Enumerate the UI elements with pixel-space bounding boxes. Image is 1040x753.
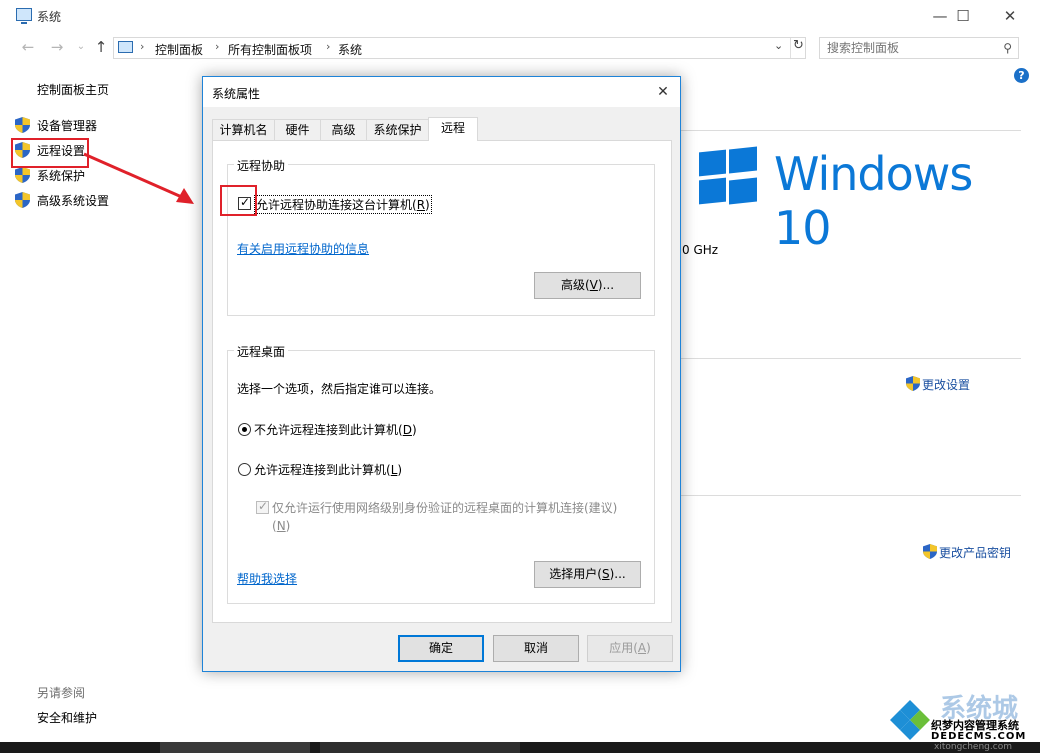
shield-icon	[923, 544, 937, 559]
dialog-title-bar: 系统属性 ✕	[203, 77, 680, 107]
change-settings-label: 更改设置	[922, 378, 971, 392]
tab-computer-name[interactable]: 计算机名	[212, 119, 275, 140]
breadcrumb-separator: ›	[326, 40, 331, 53]
remote-desktop-label: 远程桌面	[234, 343, 289, 360]
system-icon	[16, 8, 32, 24]
up-button[interactable]: ↑	[90, 37, 112, 57]
dialog-title: 系统属性	[212, 87, 261, 101]
shield-icon	[15, 117, 30, 133]
divider	[681, 358, 1021, 359]
remote-assistance-info-link[interactable]: 有关启用远程协助的信息	[237, 240, 369, 257]
nla-only-checkbox[interactable]	[256, 499, 269, 514]
help-icon[interactable]: ?	[1014, 68, 1029, 83]
search-icon[interactable]: ⚲	[1003, 41, 1012, 55]
tab-remote[interactable]: 远程	[428, 117, 478, 141]
shield-icon	[15, 192, 30, 208]
processor-speed: 0 GHz	[682, 243, 719, 257]
divider	[681, 130, 1021, 131]
tab-advanced[interactable]: 高级	[320, 119, 367, 140]
ok-button[interactable]: 确定	[398, 635, 484, 662]
advanced-button[interactable]: 高级(V)...	[534, 272, 641, 299]
windows-logo-icon	[699, 146, 757, 206]
tab-hardware[interactable]: 硬件	[274, 119, 321, 140]
remote-assistance-label: 远程协助	[234, 157, 289, 174]
nla-only-label: 仅允许运行使用网络级别身份验证的远程桌面的计算机连接(建议) (N)	[272, 501, 618, 533]
taskbar-pane	[320, 742, 520, 753]
deny-remote-connections-radio[interactable]	[238, 423, 251, 436]
search-box[interactable]: ⚲	[819, 37, 1019, 59]
change-product-key-label: 更改产品密钥	[939, 546, 1012, 560]
apply-button[interactable]: 应用(A)	[587, 635, 673, 662]
tab-system-protection[interactable]: 系统保护	[366, 119, 429, 140]
remote-assistance-group: 远程协助 允许远程协助连接这台计算机(R) 有关启用远程协助的信息 高级(V).…	[227, 157, 655, 316]
window-title: 系统	[37, 10, 62, 24]
breadcrumb-all-items[interactable]: 所有控制面板项	[228, 41, 312, 58]
help-me-choose-link[interactable]: 帮助我选择	[237, 570, 297, 587]
close-button[interactable]: ✕	[990, 4, 1030, 28]
shield-icon	[906, 376, 920, 391]
address-bar[interactable]: › 控制面板 › 所有控制面板项 › 系统 ⌄ ↻	[113, 37, 806, 59]
breadcrumb-system[interactable]: 系统	[338, 41, 362, 58]
recent-locations-button[interactable]: ⌄	[70, 37, 92, 57]
sidebar-item-label: 系统保护	[37, 169, 86, 183]
taskbar-strip	[0, 742, 1040, 753]
allow-remote-connections-radio[interactable]	[238, 463, 251, 476]
sidebar-item-label: 设备管理器	[37, 119, 98, 133]
select-users-button[interactable]: 选择用户(S)...	[534, 561, 641, 588]
back-button[interactable]: ←	[17, 37, 39, 57]
title-bar: 系统 — ☐ ✕	[0, 0, 1040, 32]
search-input[interactable]	[827, 41, 987, 55]
taskbar-pane	[160, 742, 310, 753]
see-also-heading: 另请参阅	[37, 686, 86, 700]
allow-remote-connections-label[interactable]: 允许远程连接到此计算机(L)	[254, 461, 402, 478]
remote-tab-panel: 远程协助 允许远程协助连接这台计算机(R) 有关启用远程协助的信息 高级(V).…	[212, 140, 672, 623]
remote-desktop-group: 远程桌面 选择一个选项，然后指定谁可以连接。 不允许远程连接到此计算机(D) 允…	[227, 343, 655, 604]
control-panel-home-link[interactable]: 控制面板主页	[37, 81, 109, 98]
watermark-logo-icon	[890, 700, 930, 740]
refresh-icon[interactable]: ↻	[790, 38, 806, 58]
system-properties-dialog: 系统属性 ✕ 计算机名 硬件 高级 系统保护 远程 远程协助 允许远程协助连接这…	[202, 76, 681, 672]
watermark-url: xitongcheng.com	[934, 742, 1012, 752]
address-dropdown-icon[interactable]: ⌄	[774, 39, 783, 52]
remote-desktop-instruction: 选择一个选项，然后指定谁可以连接。	[237, 382, 442, 396]
watermark-line2: DEDECMS.COM	[931, 731, 1027, 742]
annotation-box	[220, 185, 257, 216]
annotation-box	[11, 138, 89, 168]
dialog-close-button[interactable]: ✕	[650, 80, 676, 104]
security-maintenance-link[interactable]: 安全和维护	[37, 709, 97, 726]
annotation-arrow-icon	[83, 152, 194, 204]
control-panel-icon	[118, 41, 133, 53]
deny-remote-connections-label[interactable]: 不允许远程连接到此计算机(D)	[254, 421, 417, 438]
allow-remote-assistance-label[interactable]: 允许远程协助连接这台计算机(R)	[254, 195, 432, 214]
divider	[681, 495, 1021, 496]
forward-button[interactable]: →	[46, 37, 68, 57]
shield-icon	[15, 167, 30, 183]
maximize-button[interactable]: ☐	[943, 4, 983, 28]
windows-10-wordmark: Windows 10	[774, 147, 973, 255]
breadcrumb-control-panel[interactable]: 控制面板	[155, 41, 203, 58]
breadcrumb-separator: ›	[215, 40, 220, 53]
cancel-button[interactable]: 取消	[493, 635, 579, 662]
breadcrumb-separator: ›	[140, 40, 145, 53]
